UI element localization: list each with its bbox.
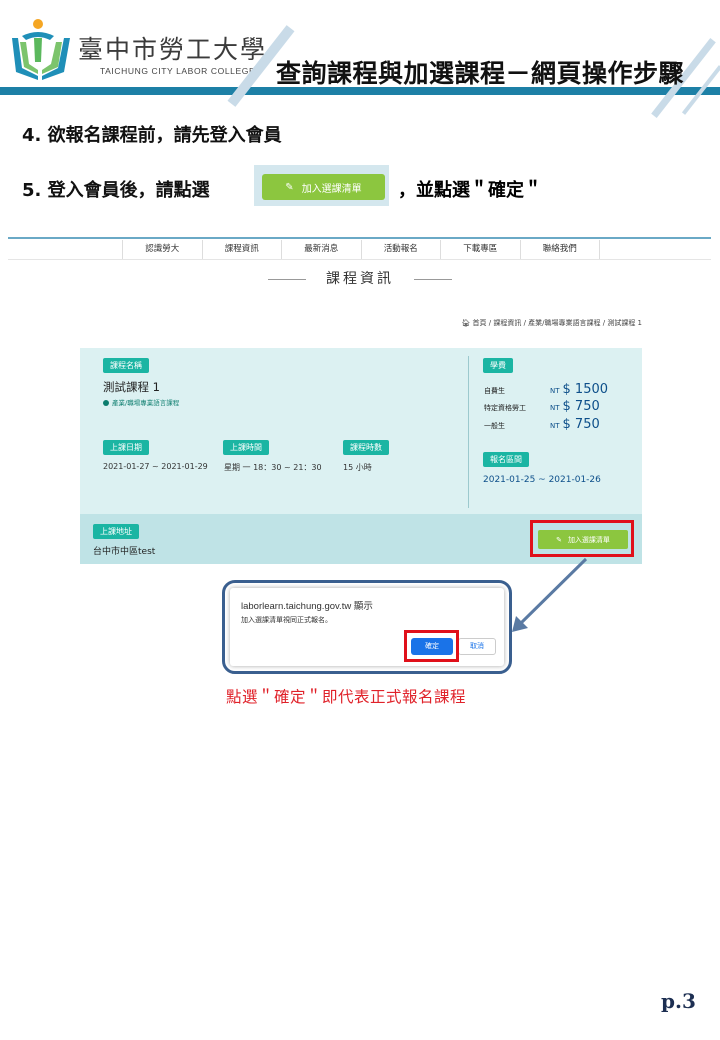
confirm-cancel-button[interactable]: 取消 <box>458 638 496 655</box>
fee-currency: NT <box>550 404 560 412</box>
nav-divider <box>8 237 711 239</box>
college-name-en: TAICHUNG CITY LABOR COLLEGE <box>100 66 256 76</box>
course-time: 星期 一 18：30 ~ 21：30 <box>224 463 322 472</box>
pencil-icon: ✎ <box>285 181 294 193</box>
hours-tag: 課程時數 <box>343 440 389 455</box>
nav-item-about[interactable]: 認識勞大 <box>122 240 202 259</box>
course-category: 產業/職場專業語言課程 <box>103 397 179 407</box>
nav-item-contact[interactable]: 聯絡我們 <box>519 240 600 259</box>
fee-row: 特定資格勞工 NT $ 750 <box>484 399 600 414</box>
nav-item-news[interactable]: 最新消息 <box>281 240 361 259</box>
page-number: p.3 <box>661 989 696 1013</box>
time-tag: 上課時間 <box>223 440 269 455</box>
course-name-tag: 課程名稱 <box>103 358 149 373</box>
fee-tag: 學費 <box>483 358 513 373</box>
fee-row: 自費生 NT $ 1500 <box>484 382 608 397</box>
college-name-zh: 臺中市勞工大學 <box>78 35 268 64</box>
highlight-box-add-button <box>530 520 634 557</box>
fee-amount: $ 750 <box>562 417 600 432</box>
fee-label: 一般生 <box>484 422 505 430</box>
nav-item-courses[interactable]: 課程資訊 <box>201 240 282 259</box>
fee-currency: NT <box>550 422 560 430</box>
site-nav: 認識勞大 課程資訊 最新消息 活動報名 下載專區 聯絡我們 <box>122 240 600 259</box>
fee-label: 自費生 <box>484 387 505 395</box>
course-date: 2021-01-27 ~ 2021-01-29 <box>103 462 208 471</box>
instruction-caption: 點選＂確定＂即代表正式報名課程 <box>226 688 467 706</box>
nav-item-downloads[interactable]: 下載專區 <box>440 240 520 259</box>
arrow-circle-icon <box>103 400 109 406</box>
fee-amount: $ 1500 <box>562 382 609 397</box>
course-address: 台中市中區test <box>93 547 156 557</box>
registration-range: 2021-01-25 ~ 2021-01-26 <box>483 475 601 485</box>
button-label: 加入選課清單 <box>301 183 362 195</box>
dialog-message: 加入選課清單視同正式報名。 <box>241 616 332 624</box>
course-hours: 15 小時 <box>343 463 372 472</box>
registration-tag: 報名區間 <box>483 452 529 467</box>
course-name: 測試課程 1 <box>103 380 160 394</box>
breadcrumb-text[interactable]: 首頁 / 課程資訊 / 產業/職場專業語言課程 / 測試課程 1 <box>473 319 642 327</box>
fee-label: 特定資格勞工 <box>484 404 526 412</box>
section-title: 課程資訊 <box>0 268 720 288</box>
home-icon: 🏠︎ <box>461 319 471 327</box>
nav-item-events[interactable]: 活動報名 <box>360 240 441 259</box>
fee-currency: NT <box>550 387 560 395</box>
fee-row: 一般生 NT $ 750 <box>484 417 600 432</box>
highlight-box-ok-button <box>404 630 459 662</box>
fee-amount: $ 750 <box>562 399 600 414</box>
add-to-list-button-illustration: ✎ 加入選課清單 <box>262 174 385 200</box>
dialog-origin: laborlearn.taichung.gov.tw 顯示 <box>241 601 373 612</box>
address-tag: 上課地址 <box>93 524 139 539</box>
step-5-suffix: ，並點選＂確定＂ <box>398 180 542 201</box>
step-4-text: 4. 欲報名課程前，請先登入會員 <box>22 125 282 146</box>
date-tag: 上課日期 <box>103 440 149 455</box>
college-logo <box>12 19 70 80</box>
breadcrumb: 🏠︎ 首頁 / 課程資訊 / 產業/職場專業語言課程 / 測試課程 1 <box>461 318 642 328</box>
document-title: 查詢課程與加選課程－網頁操作步驟 <box>276 59 685 88</box>
nav-divider <box>8 259 711 260</box>
step-5-text: 5. 登入會員後，請點選 <box>22 180 210 201</box>
card-divider <box>468 356 469 508</box>
